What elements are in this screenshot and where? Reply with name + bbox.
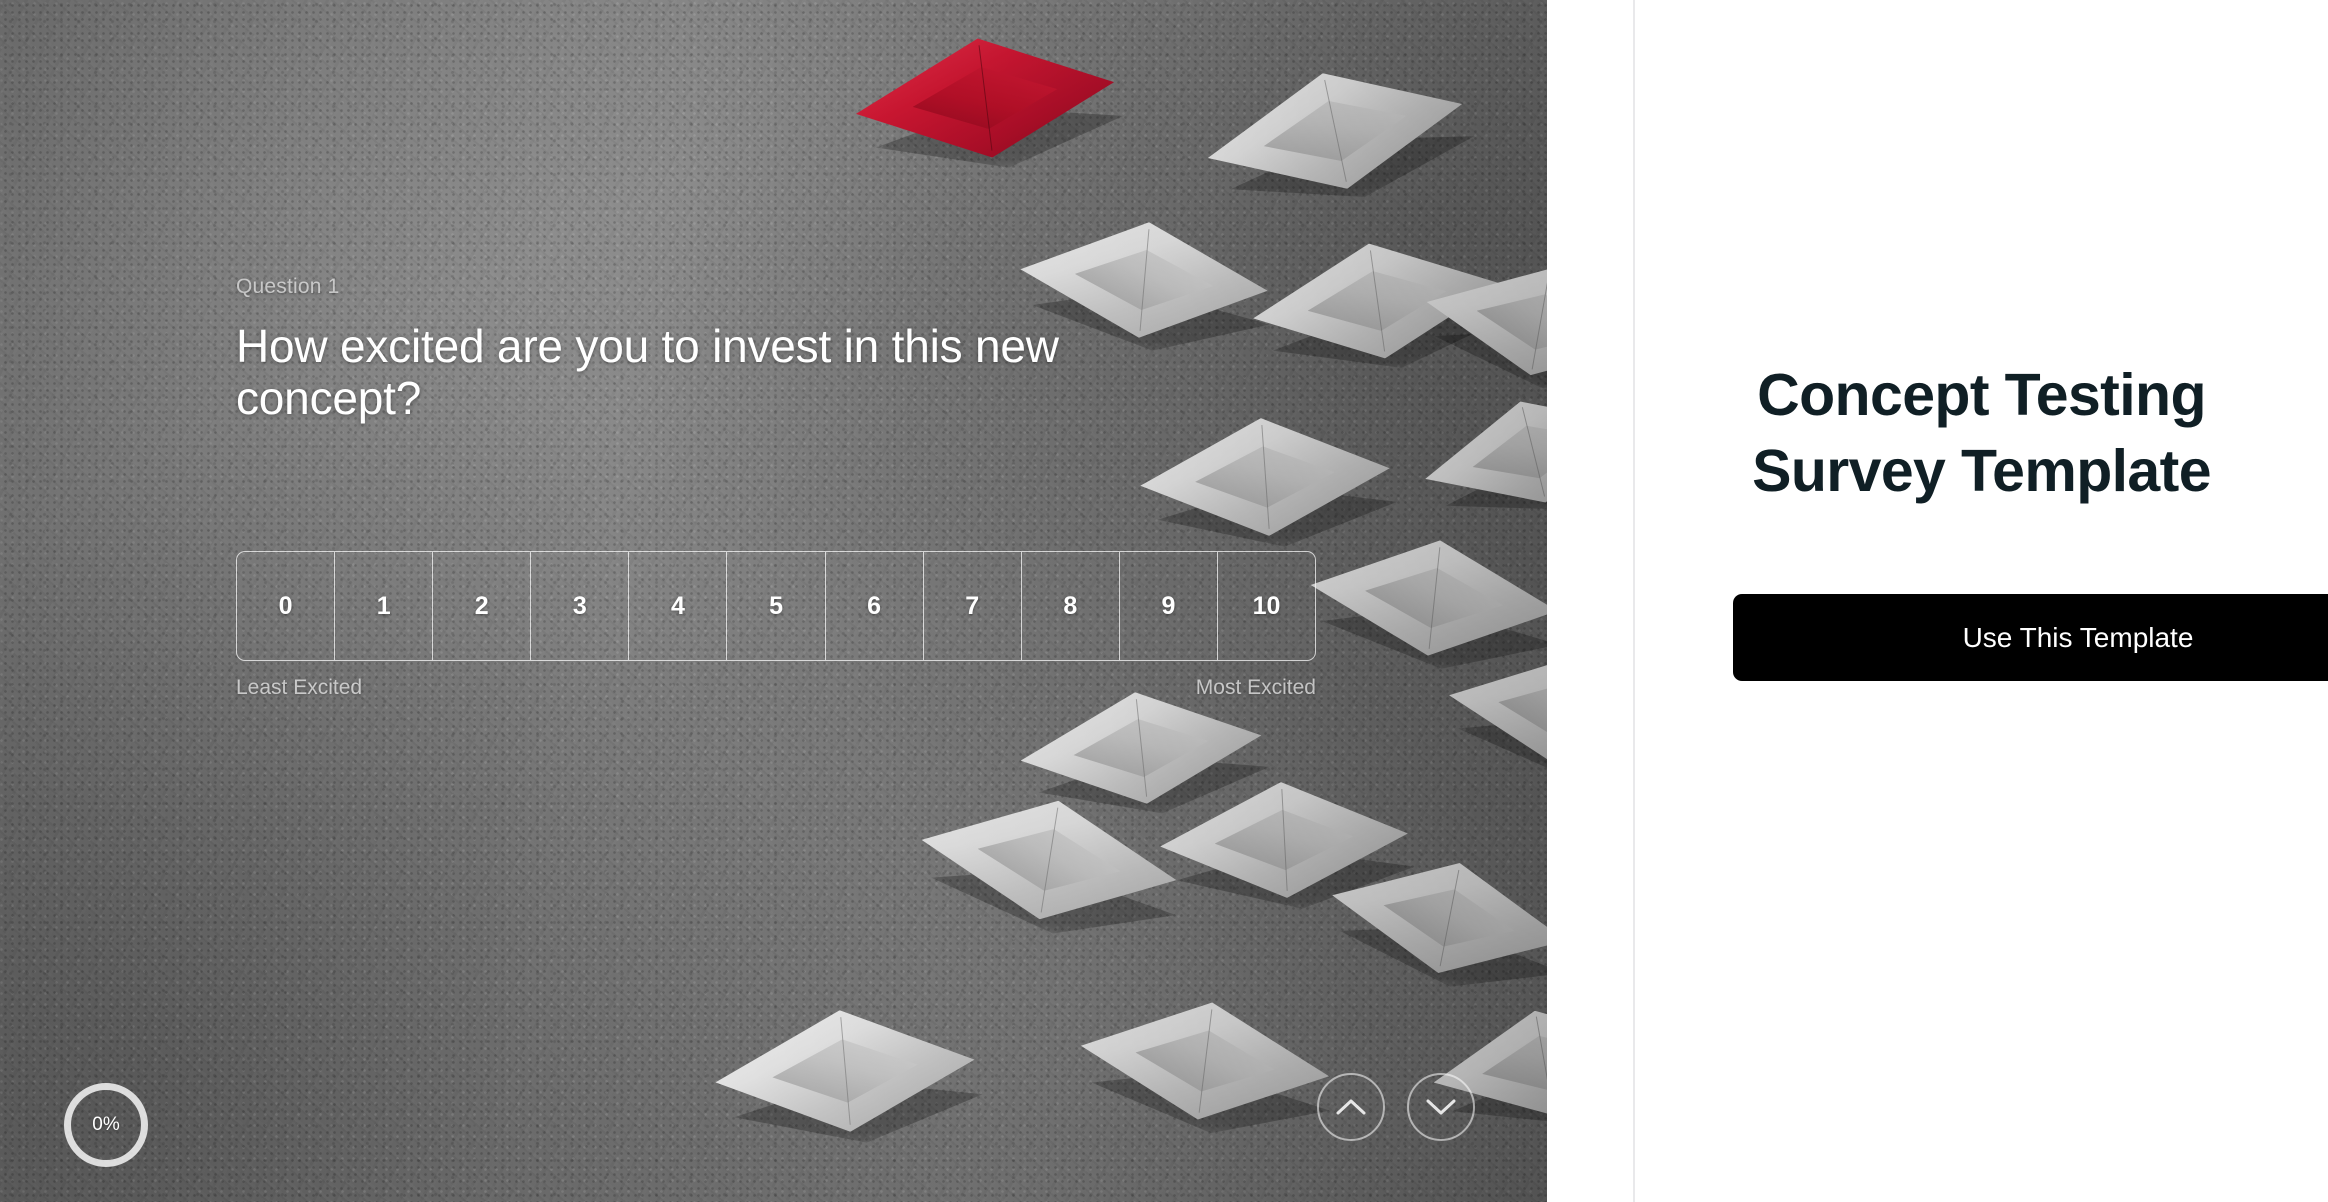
template-preview-page: Question 1 How excited are you to invest…	[0, 0, 2328, 1202]
progress-ring: 0%	[64, 1083, 148, 1167]
rating-option-8[interactable]: 8	[1020, 552, 1119, 660]
rating-scale-endpoint-labels: Least Excited Most Excited	[236, 676, 1316, 700]
rating-scale[interactable]: 0 1 2 3 4 5 6 7 8 9 10	[236, 551, 1316, 661]
template-info-panel: Concept Testing Survey Template Use This…	[1635, 0, 2328, 1202]
rating-option-7[interactable]: 7	[922, 552, 1021, 660]
question-number-label: Question 1	[236, 275, 340, 298]
survey-preview-panel: Question 1 How excited are you to invest…	[0, 0, 1547, 1202]
page-title: Concept Testing Survey Template	[1752, 362, 2211, 505]
rating-option-4[interactable]: 4	[628, 552, 726, 660]
rating-scale-block: 0 1 2 3 4 5 6 7 8 9 10 Least Excited Mos…	[236, 551, 1316, 700]
progress-percent-label: 0%	[92, 1114, 120, 1135]
rating-option-6[interactable]: 6	[824, 552, 923, 660]
question-block: Question 1 How excited are you to invest…	[236, 275, 1296, 424]
rating-option-1[interactable]: 1	[334, 552, 432, 660]
scale-high-label: Most Excited	[1195, 676, 1316, 699]
rating-option-0[interactable]: 0	[237, 552, 334, 660]
chevron-up-icon	[1336, 1098, 1366, 1116]
rating-option-2[interactable]: 2	[432, 552, 530, 660]
use-this-template-button[interactable]: Use This Template	[1733, 594, 2328, 681]
rating-option-3[interactable]: 3	[530, 552, 628, 660]
rating-option-10[interactable]: 10	[1216, 552, 1315, 660]
next-question-button[interactable]	[1407, 1073, 1475, 1141]
rating-option-9[interactable]: 9	[1118, 552, 1217, 660]
scale-low-label: Least Excited	[236, 676, 363, 699]
chevron-down-icon	[1426, 1098, 1456, 1116]
survey-navigation	[1317, 1073, 1475, 1141]
rating-option-5[interactable]: 5	[726, 552, 824, 660]
question-text: How excited are you to invest in this ne…	[236, 320, 1059, 424]
previous-question-button[interactable]	[1317, 1073, 1385, 1141]
